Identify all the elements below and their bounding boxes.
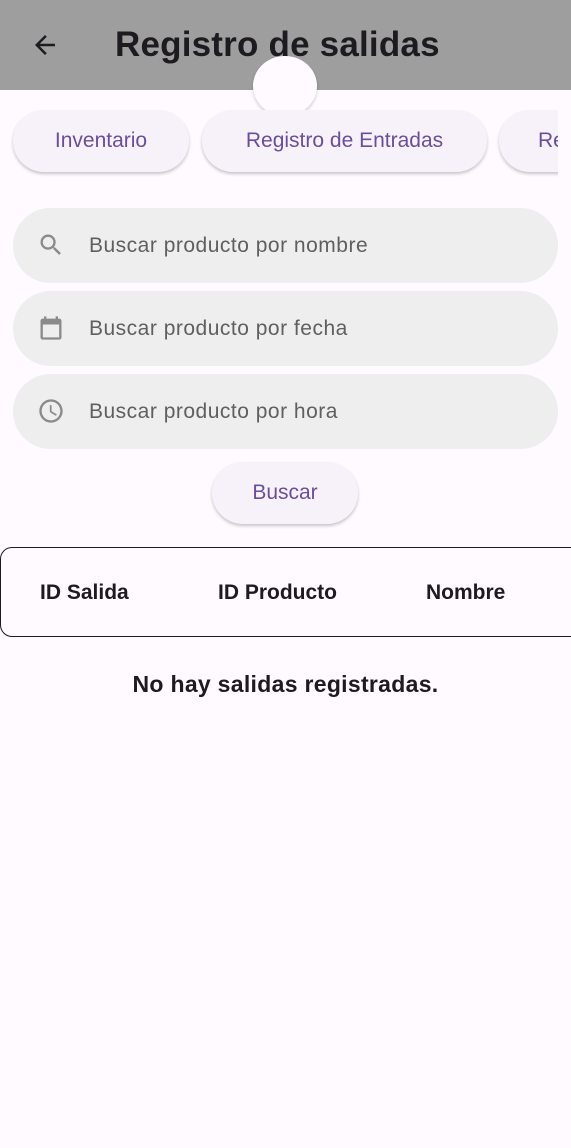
search-button[interactable]: Buscar xyxy=(212,462,358,524)
search-name-placeholder: Buscar producto por nombre xyxy=(89,234,369,257)
chip-registro-entradas[interactable]: Registro de Entradas xyxy=(202,110,487,172)
search-date-field[interactable]: Buscar producto por fecha xyxy=(13,291,558,366)
outputs-table-header: ID Salida ID Producto Nombre xyxy=(0,547,571,637)
empty-state-message: No hay salidas registradas. xyxy=(132,671,439,697)
nav-chips: Inventario Registro de Entradas Re xyxy=(0,110,558,178)
arrow-back-icon xyxy=(35,35,55,55)
clock-icon xyxy=(39,399,63,423)
back-button[interactable] xyxy=(22,22,68,68)
column-header-id-producto[interactable]: ID Producto xyxy=(218,548,337,638)
search-time-field[interactable]: Buscar producto por hora xyxy=(13,374,558,449)
column-header-nombre[interactable]: Nombre xyxy=(426,548,505,638)
search-time-placeholder: Buscar producto por hora xyxy=(89,400,338,423)
search-name-field[interactable]: Buscar producto por nombre xyxy=(13,208,558,283)
chip-inventario[interactable]: Inventario xyxy=(13,110,189,172)
calendar-icon xyxy=(40,316,62,340)
search-date-placeholder: Buscar producto por fecha xyxy=(89,317,348,340)
search-icon xyxy=(40,234,61,255)
floating-circle[interactable] xyxy=(253,56,317,116)
column-header-id-salida[interactable]: ID Salida xyxy=(40,548,129,638)
chip-registro-partial[interactable]: Re xyxy=(499,110,558,172)
